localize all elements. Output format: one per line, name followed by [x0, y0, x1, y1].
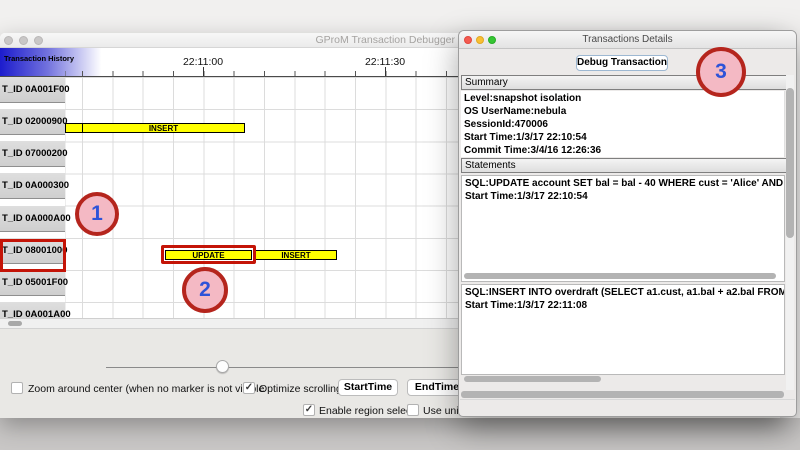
- transaction-id-label[interactable]: T_ID 0A000A00: [0, 206, 65, 232]
- transaction-id-column: T_ID 0A001F00 T_ID 02000900 T_ID 0700020…: [0, 77, 65, 318]
- transaction-id-label[interactable]: T_ID 0A001A00: [0, 302, 65, 318]
- zoom-slider-thumb[interactable]: [216, 360, 229, 373]
- statement-sql: SQL:INSERT INTO overdraft (SELECT a1.cus…: [465, 286, 784, 299]
- summary-line: Start Time:1/3/17 22:10:54: [464, 131, 784, 144]
- timeline-major-tick: [385, 67, 386, 76]
- main-window-title: GProM Transaction Debugger: [0, 34, 455, 46]
- selected-transaction-highlight: [0, 239, 66, 272]
- scrollbar-thumb[interactable]: [464, 376, 601, 382]
- summary-line: Level:snapshot isolation: [464, 92, 784, 105]
- scrollbar-thumb[interactable]: [786, 88, 794, 238]
- scrollbar-thumb[interactable]: [461, 391, 784, 398]
- table-row[interactable]: T_ID 0A000300: [0, 173, 65, 205]
- transaction-id-label[interactable]: T_ID 07000200: [0, 141, 65, 167]
- statement-start-time: Start Time:1/3/17 22:10:54: [465, 190, 784, 203]
- scrollbar-thumb[interactable]: [8, 321, 22, 326]
- table-row[interactable]: T_ID 02000900: [0, 109, 65, 141]
- annotation-circle-1: 1: [75, 192, 119, 236]
- summary-line: Commit Time:3/4/16 12:26:36: [464, 144, 784, 157]
- statement-start-time: Start Time:1/3/17 22:11:08: [465, 299, 784, 312]
- transaction-id-label[interactable]: T_ID 05001F00: [0, 270, 65, 296]
- statements-section-header: Statements: [461, 158, 792, 173]
- transaction-id-label[interactable]: T_ID 0A000300: [0, 173, 65, 199]
- start-time-button[interactable]: StartTime: [338, 379, 398, 396]
- check-icon: ✓: [245, 382, 253, 393]
- window-horizontal-scrollbar[interactable]: [461, 391, 784, 398]
- statement-sql: SQL:UPDATE account SET bal = bal - 40 WH…: [465, 177, 784, 190]
- table-row[interactable]: T_ID 0A000A00: [0, 206, 65, 238]
- window-vertical-scrollbar[interactable]: [786, 75, 794, 390]
- enable-region-select-label: Enable region select: [319, 405, 414, 417]
- zoom-around-center-label: Zoom around center (when no marker is no…: [28, 383, 264, 395]
- annotation-circle-2: 2: [182, 267, 228, 313]
- desktop-background: [0, 418, 800, 450]
- annotation-circle-3: 3: [696, 47, 746, 97]
- annotation-number: 3: [715, 60, 727, 84]
- insert-operation-bar[interactable]: INSERT: [255, 250, 337, 260]
- check-icon: ✓: [305, 404, 313, 415]
- transactions-details-window: Transactions Details Debug Transaction S…: [458, 30, 797, 417]
- details-window-title: Transactions Details: [459, 34, 796, 45]
- use-uniform-checkbox[interactable]: [407, 404, 419, 416]
- transaction-id-label[interactable]: T_ID 0A001F00: [0, 77, 65, 103]
- selected-operation-highlight: [161, 245, 256, 264]
- table-row[interactable]: T_ID 05001F00: [0, 270, 65, 302]
- summary-content: Level:snapshot isolation OS UserName:neb…: [461, 91, 785, 157]
- table-row[interactable]: T_ID 0A001F00: [0, 77, 65, 109]
- optimize-scrolling-label: Optimize scrolling: [259, 383, 342, 395]
- bar-segment-divider: [82, 124, 83, 132]
- zoom-around-center-checkbox[interactable]: [11, 382, 23, 394]
- panel-title: Transaction History: [4, 54, 74, 63]
- statement-horizontal-scrollbar[interactable]: [461, 376, 787, 382]
- scrollbar-thumb[interactable]: [464, 273, 776, 279]
- insert-operation-bar[interactable]: INSERT: [65, 123, 245, 133]
- timeline-major-tick: [203, 67, 204, 76]
- statement-item[interactable]: SQL:UPDATE account SET bal = bal - 40 WH…: [461, 175, 785, 282]
- details-footer: [460, 399, 795, 415]
- table-row[interactable]: T_ID 0A001A00: [0, 302, 65, 318]
- enable-region-select-checkbox[interactable]: ✓: [303, 404, 315, 416]
- annotation-number: 1: [91, 202, 103, 226]
- bar-label: INSERT: [281, 251, 310, 260]
- statement-horizontal-scrollbar[interactable]: [464, 273, 780, 279]
- annotation-number: 2: [199, 278, 211, 302]
- transaction-id-label[interactable]: T_ID 02000900: [0, 109, 65, 135]
- table-row[interactable]: T_ID 07000200: [0, 141, 65, 173]
- summary-line: OS UserName:nebula: [464, 105, 784, 118]
- debug-transaction-button[interactable]: Debug Transaction: [576, 55, 668, 71]
- optimize-scrolling-checkbox[interactable]: ✓: [243, 382, 255, 394]
- statement-item[interactable]: SQL:INSERT INTO overdraft (SELECT a1.cus…: [461, 284, 785, 375]
- bar-label: INSERT: [149, 124, 178, 133]
- summary-line: SessionId:470006: [464, 118, 784, 131]
- details-titlebar[interactable]: Transactions Details: [459, 31, 796, 49]
